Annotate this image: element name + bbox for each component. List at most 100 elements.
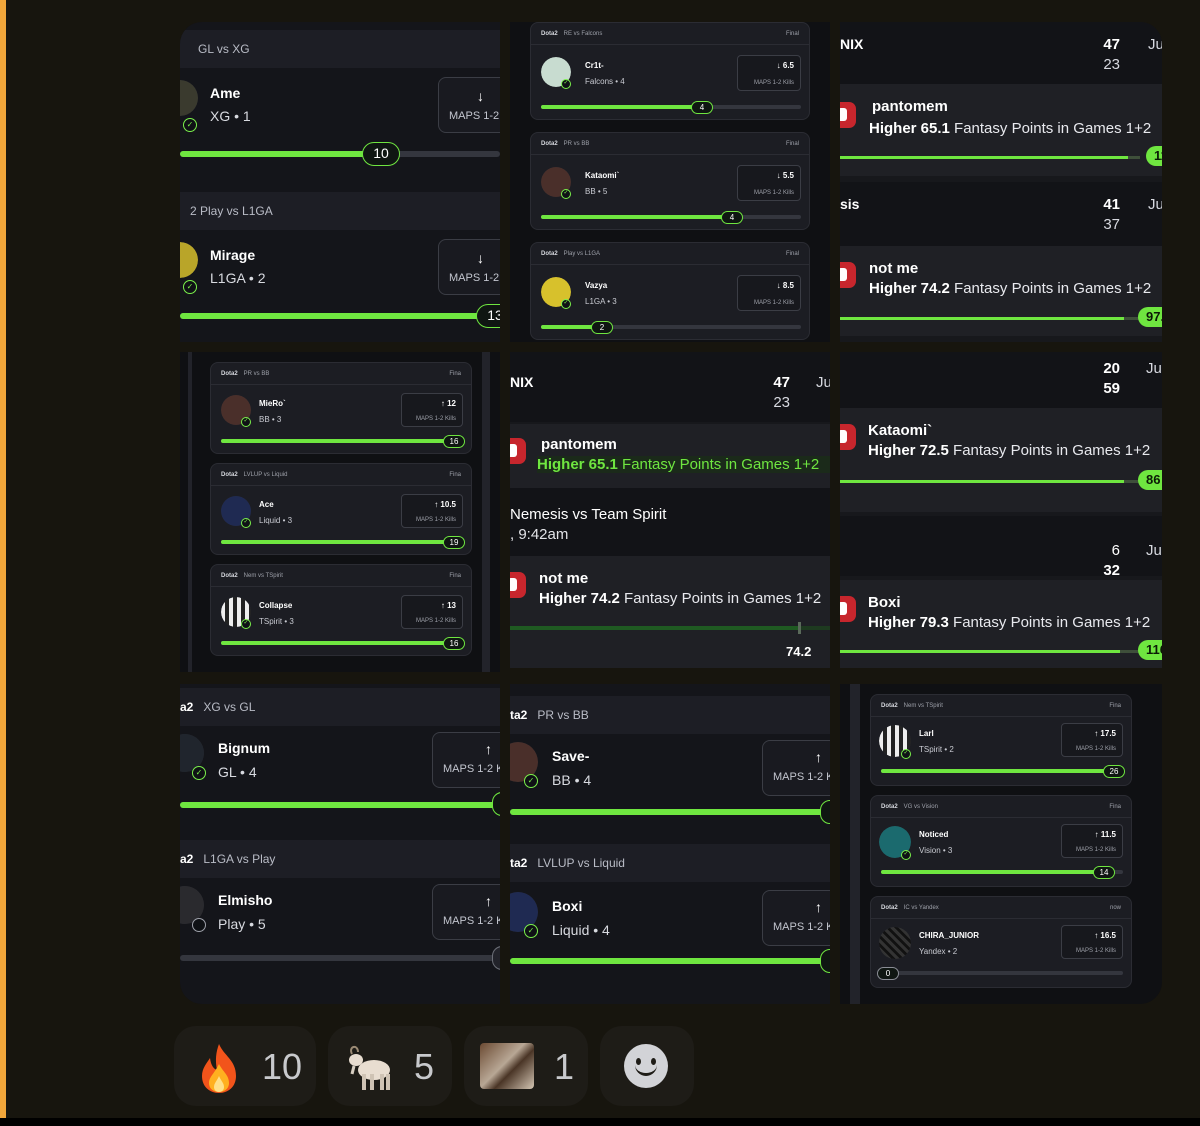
pick-value: Higher 72.5: [868, 442, 949, 459]
tile-8[interactable]: ta2 PR vs BB ✓ Save- BB • 4 ↑ MAPS 1-2 K…: [510, 684, 830, 1004]
game-label: ta2: [510, 856, 528, 870]
check-icon: ✓: [524, 924, 538, 938]
reaction-fire[interactable]: 10: [174, 1026, 316, 1106]
status-label: Fina: [449, 371, 461, 377]
tile-4[interactable]: Dota2 PR vs BB Fina ✓ MieRo` BB • 3 ↑ 12 MA…: [180, 352, 500, 672]
pick-card[interactable]: Dota2 PR vs BB Fina ✓ MieRo` BB • 3 ↑ 12 MA…: [210, 362, 472, 454]
pick-card[interactable]: Dota2 Nem vs TSpirit Fina ✓ Collapse TSpir…: [210, 564, 472, 656]
pick-line: Higher 65.1 Fantasy Points in Games 1+2: [537, 456, 830, 473]
tile-1[interactable]: GL vs XG ✓ Ame XG • 1 ↓ MAPS 1-2 10 2 Pl…: [180, 22, 500, 342]
tile-2[interactable]: Dota2 RE vs Falcons Final ✓ Cr1t- Falcons …: [510, 22, 830, 342]
progress-track: [180, 955, 500, 961]
line-value: ↓ 5.5: [776, 171, 794, 180]
score-top: 41: [1103, 196, 1120, 213]
tile-6[interactable]: 20 59 Ju Kataomi` Higher 72.5 Fantasy Po…: [840, 352, 1162, 668]
progress-fill: [541, 105, 701, 109]
status-label: Fina: [1109, 703, 1121, 709]
match-label: PR vs BB: [243, 371, 270, 377]
progress-track: [510, 626, 830, 630]
arrow-up-icon: ↑: [815, 749, 822, 765]
reaction-custom[interactable]: 1: [464, 1026, 588, 1106]
check-icon: ✓: [241, 518, 251, 528]
pick-row[interactable]: Kataomi` Higher 72.5 Fantasy Points in G…: [840, 408, 1162, 512]
fire-icon: [202, 1044, 236, 1093]
player-name: Larl: [919, 729, 934, 738]
pick-card[interactable]: Dota2 VG vs Vision Fina ✓ Noticed Vision •…: [870, 795, 1132, 887]
player-name: Cr1t-: [585, 61, 604, 70]
projection-pill[interactable]: ↓ MAPS 1-2: [438, 239, 500, 295]
progress-value: 118: [1146, 146, 1162, 166]
projection-pill[interactable]: ↑ MAPS 1-2 K: [432, 732, 500, 788]
tile-3[interactable]: NIX 47 23 Ju pantomem Higher 65.1 Fantas…: [840, 22, 1162, 342]
pick-card[interactable]: Dota2 LVLUP vs Liquid Fina ✓ Ace Liquid • …: [210, 463, 472, 555]
tile-7[interactable]: a2 XG vs GL ✓ Bignum GL • 4 ↑ MAPS 1-2 K…: [180, 684, 500, 1004]
reaction-goat[interactable]: 5: [328, 1026, 452, 1106]
game-label: Dota2: [541, 31, 558, 37]
projection-pill[interactable]: ↓ 5.5 MAPS 1-2 Kills: [737, 165, 801, 201]
custom-emoji-image: [480, 1043, 534, 1089]
pick-card[interactable]: Dota2 IC vs Yandex now CHIRA_JUNIOR Yandex…: [870, 896, 1132, 988]
player-name: Noticed: [919, 830, 949, 839]
progress-track: [840, 156, 1140, 159]
pick-card[interactable]: Dota2 Nem vs TSpirit Fina ✓ Larl TSpirit •…: [870, 694, 1132, 786]
pick-card[interactable]: Dota2 PR vs BB Final ✓ Kataomi` BB • 5 ↓ 5…: [530, 132, 810, 230]
check-icon: ✓: [183, 280, 197, 294]
player-name: Elmisho: [218, 892, 273, 908]
projection-pill[interactable]: ↑ MAPS 1-2 Ki: [762, 890, 830, 946]
match-row: 20 59 Ju: [840, 352, 1162, 408]
game-label: Dota2: [541, 141, 558, 147]
progress-track: [180, 151, 500, 157]
match-label: PR vs BB: [537, 708, 589, 722]
projection-pill[interactable]: ↓ MAPS 1-2: [438, 77, 500, 133]
team-logo-icon: [840, 262, 856, 288]
match-row: Nemesis vs Team Spirit , 9:42am: [510, 488, 830, 556]
match-label: L1GA vs Play: [203, 852, 276, 866]
pick-row[interactable]: pantomem Higher 65.1 Fantasy Points in G…: [840, 84, 1162, 176]
match-header: GL vs XG: [180, 30, 500, 68]
pick-row[interactable]: not me Higher 74.2 Fantasy Points in Gam…: [840, 246, 1162, 336]
player-name: CHIRA_JUNIOR: [919, 931, 980, 940]
tile-9[interactable]: Dota2 Nem vs TSpirit Fina ✓ Larl TSpirit •…: [840, 684, 1162, 1004]
match-header: 2 Play vs L1GA: [180, 192, 500, 230]
projection-pill[interactable]: ↑ 13 MAPS 1-2 Kills: [401, 595, 463, 629]
match-label: Nem vs TSpirit: [243, 573, 283, 579]
pick-value: Higher 74.2: [539, 590, 620, 607]
projection-pill[interactable]: ↑ 12 MAPS 1-2 Kills: [401, 393, 463, 427]
progress-track: [221, 439, 463, 443]
projection-pill[interactable]: ↓ 6.5 MAPS 1-2 Kills: [737, 55, 801, 91]
date-label: Ju: [816, 374, 830, 391]
goat-icon: [349, 1046, 390, 1090]
tile-5[interactable]: NIX 47 23 Ju pantomem Higher 65.1 Fantas…: [510, 352, 830, 668]
progress-value: 4: [691, 101, 713, 114]
progress-fill: [221, 439, 453, 443]
progress-value-knob: [492, 946, 500, 970]
game-label: a2: [180, 852, 194, 866]
projection-pill[interactable]: ↓ 8.5 MAPS 1-2 Kills: [737, 275, 801, 311]
pick-row[interactable]: pantomem Higher 65.1 Fantasy Points in G…: [510, 424, 830, 488]
add-reaction-button[interactable]: [600, 1026, 694, 1106]
line-value: ↑ 13: [440, 601, 456, 610]
projection-pill[interactable]: ↑ 17.5 MAPS 1-2 Kills: [1061, 723, 1123, 757]
card-header: Dota2 RE vs Falcons Final: [531, 23, 809, 45]
progress-fill: [221, 641, 453, 645]
pick-row[interactable]: Boxi Higher 79.3 Fantasy Points in Games…: [840, 580, 1162, 668]
projection-pill[interactable]: ↑ MAPS 1-2 K: [432, 884, 500, 940]
projection-pill[interactable]: ↑ 16.5 MAPS 1-2 Kills: [1061, 925, 1123, 959]
arrow-up-icon: ↑: [485, 741, 492, 757]
team-logo-icon: [840, 102, 856, 128]
projection-pill[interactable]: ↑ MAPS 1-2 Ki: [762, 740, 830, 796]
pick-card[interactable]: Dota2 RE vs Falcons Final ✓ Cr1t- Falcons …: [530, 22, 810, 120]
pick-card[interactable]: Dota2 Play vs L1GA Final ✓ Vazya L1GA • 3 …: [530, 242, 810, 340]
projection-pill[interactable]: ↑ 11.5 MAPS 1-2 Kills: [1061, 824, 1123, 858]
pick-row[interactable]: not me Higher 74.2 Fantasy Points in Gam…: [510, 556, 830, 668]
player-avatar: [180, 80, 198, 116]
projection-pill[interactable]: ↑ 10.5 MAPS 1-2 Kills: [401, 494, 463, 528]
page: GL vs XG ✓ Ame XG • 1 ↓ MAPS 1-2 10 2 Pl…: [0, 0, 1200, 1126]
card-header: Dota2 Nem vs TSpirit Fina: [871, 695, 1131, 717]
player-team: BB • 4: [552, 772, 592, 788]
pick-value: Higher 65.1: [537, 456, 618, 473]
reaction-count: 1: [554, 1046, 575, 1087]
card-header: Dota2 Nem vs TSpirit Fina: [211, 565, 471, 587]
progress-track: [180, 313, 500, 319]
player-name: Vazya: [585, 281, 608, 290]
